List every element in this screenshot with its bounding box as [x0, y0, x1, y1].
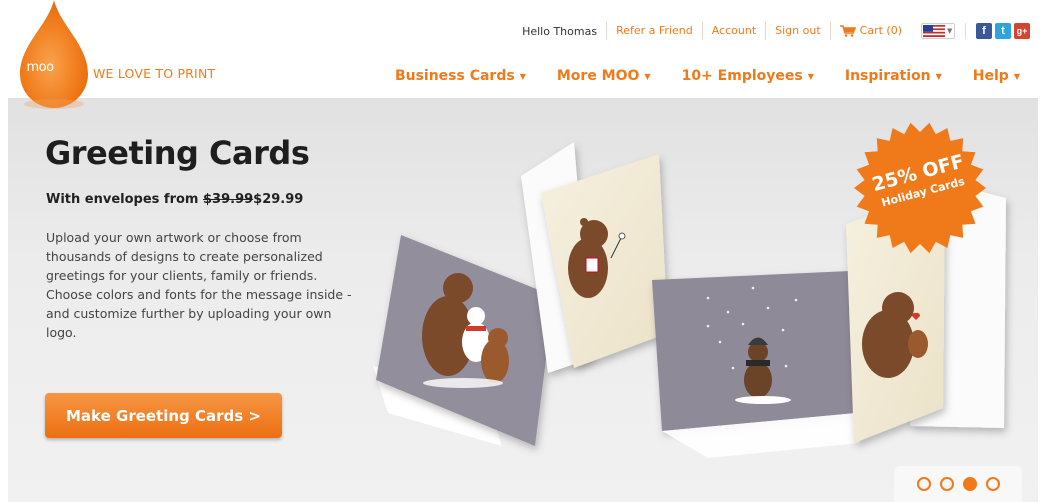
hero-banner: Greeting Cards With envelopes from $39.9… — [8, 98, 1038, 502]
nav-inspiration[interactable]: Inspiration ▼ — [845, 68, 942, 84]
chevron-down-icon: ▼ — [935, 71, 942, 81]
greeting: Hello Thomas — [522, 24, 598, 38]
price-subhead: With envelopes from $39.99$29.99 — [46, 192, 303, 207]
old-price: $39.99 — [203, 192, 254, 207]
cart-label: Cart (0) — [859, 24, 902, 37]
utility-bar: Hello Thomas Refer a Friend Account Sign… — [522, 22, 1030, 40]
nav-10-employees[interactable]: 10+ Employees ▼ — [682, 68, 814, 84]
card-bear-snowfall — [652, 271, 860, 458]
moo-logo-drop[interactable] — [18, 0, 90, 112]
new-price: $29.99 — [253, 192, 304, 207]
nav-label: More MOO — [556, 68, 640, 84]
social-links: f t g+ — [965, 23, 1030, 39]
twitter-icon[interactable]: t — [995, 23, 1011, 39]
cart-icon — [839, 25, 856, 37]
make-greeting-cards-button[interactable]: Make Greeting Cards > — [45, 393, 282, 438]
sign-out-link[interactable]: Sign out — [765, 22, 830, 40]
refer-friend-link[interactable]: Refer a Friend — [606, 22, 702, 40]
nav-label: Inspiration — [844, 68, 931, 84]
nav-label: Help — [972, 68, 1009, 84]
chevron-down-icon: ▼ — [519, 71, 526, 81]
us-flag-icon — [923, 25, 945, 37]
nav-label: 10+ Employees — [681, 68, 803, 84]
carousel-dot[interactable] — [939, 477, 954, 491]
subhead-prefix: With envelopes from — [46, 192, 203, 207]
carousel-dot[interactable] — [916, 477, 931, 491]
card-bears-snowman — [373, 235, 554, 446]
chevron-down-icon: ▼ — [947, 27, 953, 35]
page-title: Greeting Cards — [45, 134, 310, 172]
chevron-down-icon: ▼ — [644, 71, 651, 81]
cart-link[interactable]: Cart (0) — [829, 22, 911, 40]
tagline: WE LOVE TO PRINT — [93, 66, 216, 81]
country-selector[interactable]: ▼ — [921, 23, 955, 39]
account-link[interactable]: Account — [701, 22, 765, 40]
carousel-dot[interactable] — [962, 477, 977, 491]
nav-business-cards[interactable]: Business Cards ▼ — [395, 68, 526, 84]
nav-label: Business Cards — [394, 68, 515, 84]
main-nav: Business Cards ▼ More MOO ▼ 10+ Employees ▼… — [395, 68, 1020, 84]
chevron-down-icon: ▼ — [807, 71, 814, 81]
carousel-dot[interactable] — [985, 477, 1000, 491]
site-header: moo WE LOVE TO PRINT Hello Thomas Refer … — [0, 0, 1044, 109]
chevron-down-icon: ▼ — [1013, 71, 1020, 81]
logo-text: moo — [26, 60, 54, 75]
carousel-pager — [894, 466, 1022, 502]
google-plus-icon[interactable]: g+ — [1014, 23, 1030, 39]
nav-more-moo[interactable]: More MOO ▼ — [557, 68, 651, 84]
facebook-icon[interactable]: f — [976, 23, 992, 39]
hero-description: Upload your own artwork or choose from t… — [46, 230, 352, 340]
nav-help[interactable]: Help ▼ — [973, 68, 1020, 84]
